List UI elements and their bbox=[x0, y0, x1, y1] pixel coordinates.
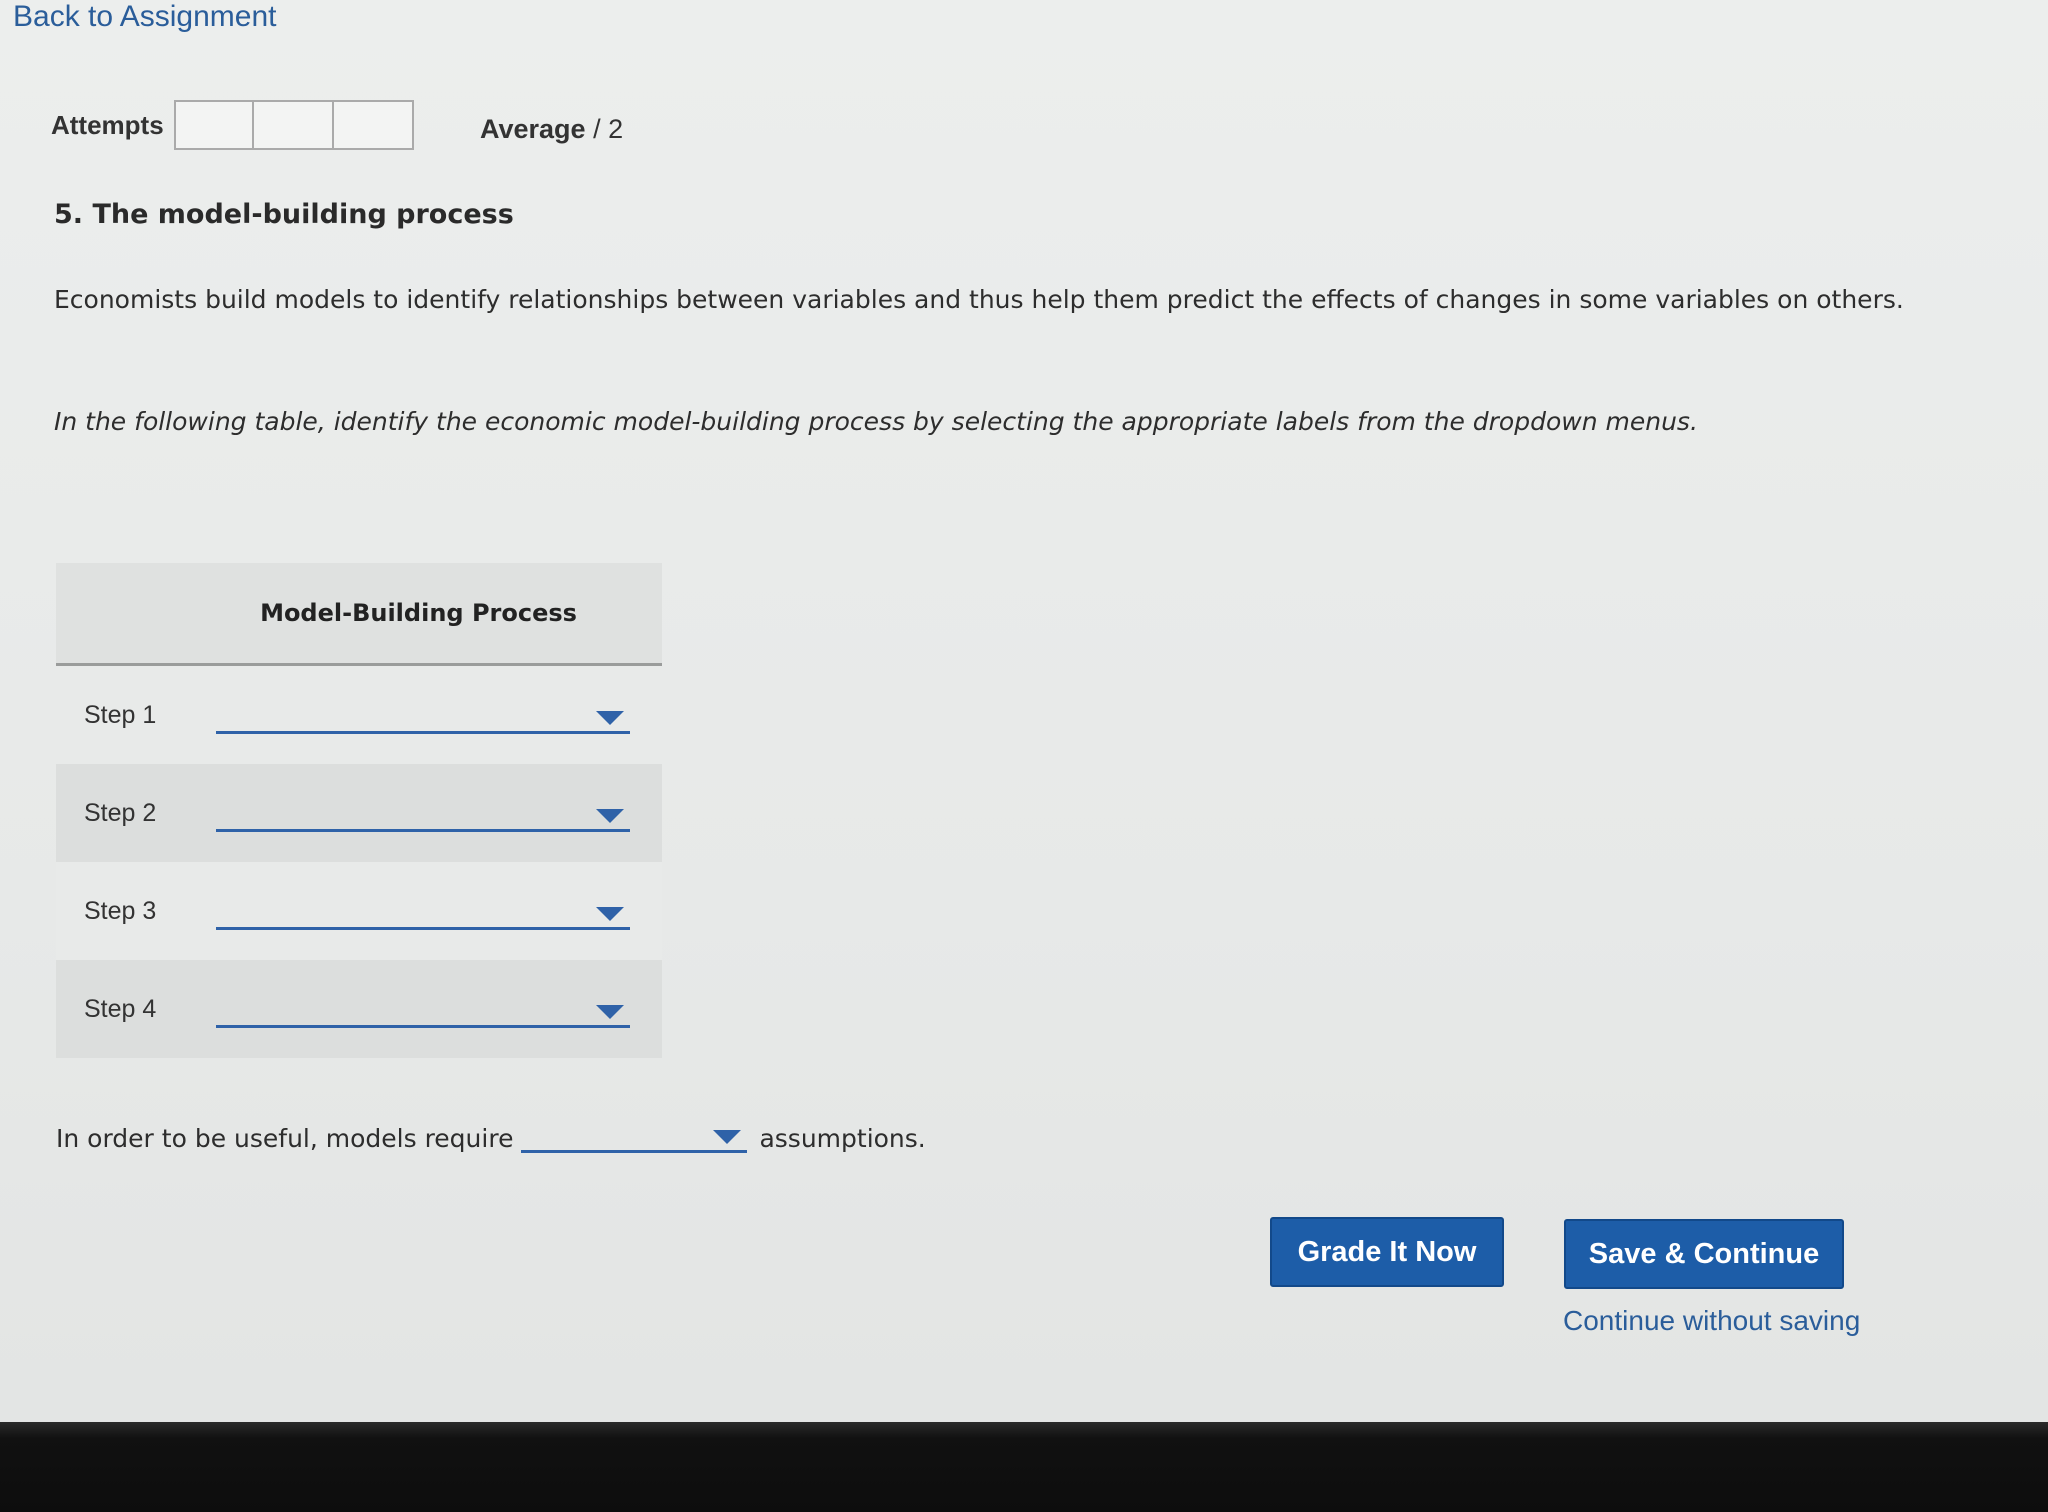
chevron-down-icon bbox=[713, 1130, 742, 1144]
chevron-down-icon bbox=[596, 808, 624, 823]
average-score: Average / 2 bbox=[480, 114, 623, 145]
chevron-down-icon bbox=[596, 906, 624, 921]
attempt-box bbox=[333, 100, 414, 150]
step-cell bbox=[215, 764, 662, 862]
table-row: Step 3 bbox=[56, 862, 662, 960]
back-to-assignment-link[interactable]: Back to Assignment bbox=[13, 0, 276, 34]
attempts-label: Attempts bbox=[51, 109, 164, 140]
step-3-dropdown[interactable] bbox=[216, 893, 630, 930]
sentence-after: assumptions. bbox=[759, 1124, 926, 1153]
monitor-bezel bbox=[0, 1422, 2048, 1512]
step-2-dropdown[interactable] bbox=[216, 795, 630, 832]
assumptions-dropdown[interactable] bbox=[521, 1116, 748, 1153]
table-row: Step 4 bbox=[56, 960, 662, 1058]
step-cell bbox=[215, 664, 662, 764]
attempt-box bbox=[173, 100, 254, 150]
table-header: Model-Building Process bbox=[56, 563, 662, 666]
step-label: Step 2 bbox=[56, 764, 215, 862]
chevron-down-icon bbox=[596, 1004, 624, 1019]
model-building-table: Model-Building Process Step 1 Step 2 Ste… bbox=[56, 563, 662, 1058]
average-suffix: / 2 bbox=[585, 114, 624, 144]
table-row: Step 1 bbox=[56, 664, 662, 764]
step-4-dropdown[interactable] bbox=[216, 991, 630, 1028]
question-title: 5. The model-building process bbox=[54, 199, 514, 230]
assumptions-sentence: In order to be useful, models require as… bbox=[56, 1116, 926, 1153]
sentence-before: In order to be useful, models require bbox=[56, 1124, 514, 1153]
table-row: Step 2 bbox=[56, 764, 662, 862]
question-intro: Economists build models to identify rela… bbox=[54, 285, 1904, 314]
step-label: Step 1 bbox=[56, 664, 215, 764]
step-label: Step 4 bbox=[56, 960, 215, 1058]
chevron-down-icon bbox=[596, 710, 624, 725]
average-label: Average bbox=[480, 114, 586, 144]
attempt-box bbox=[253, 100, 334, 150]
question-instructions: In the following table, identify the eco… bbox=[54, 407, 1698, 436]
step-cell bbox=[215, 960, 662, 1058]
step-1-dropdown[interactable] bbox=[216, 697, 630, 734]
step-cell bbox=[215, 862, 662, 960]
attempts-row: Attempts bbox=[51, 100, 414, 150]
save-and-continue-button[interactable]: Save & Continue bbox=[1564, 1219, 1844, 1289]
step-label: Step 3 bbox=[56, 862, 215, 960]
continue-without-saving-link[interactable]: Continue without saving bbox=[1563, 1305, 1860, 1337]
grade-it-now-button[interactable]: Grade It Now bbox=[1270, 1217, 1504, 1287]
